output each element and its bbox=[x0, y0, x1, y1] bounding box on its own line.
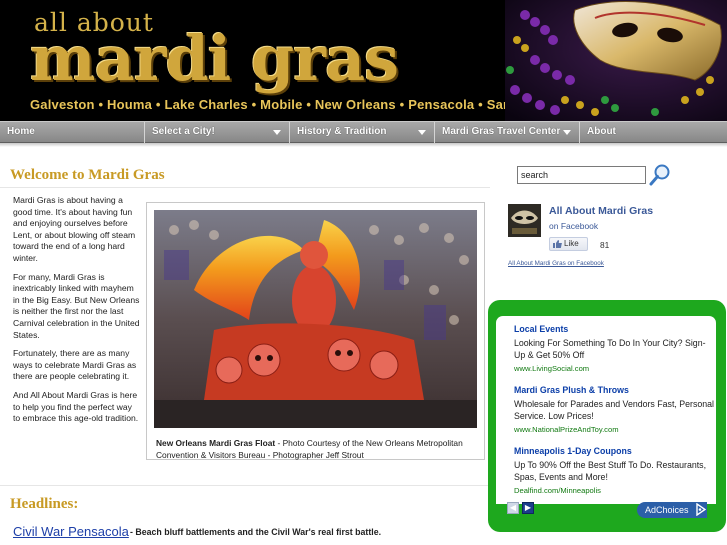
nav-about-label: About bbox=[587, 126, 616, 137]
nav-history-label: History & Tradition bbox=[297, 126, 387, 137]
headline-link[interactable]: Civil War Pensacola bbox=[13, 524, 129, 539]
ad-title[interactable]: Mardi Gras Plush & Throws bbox=[514, 385, 714, 395]
intro-text: Mardi Gras is about having a good time. … bbox=[13, 195, 141, 432]
nav-home-label: Home bbox=[7, 126, 35, 137]
thumbs-up-icon bbox=[553, 240, 562, 248]
facebook-like-button[interactable]: Like bbox=[549, 237, 588, 251]
intro-paragraph: Fortunately, there are as many ways to c… bbox=[13, 348, 137, 382]
ad-url[interactable]: www.LivingSocial.com bbox=[514, 364, 714, 373]
page-title: Welcome to Mardi Gras bbox=[10, 167, 165, 183]
ad-title[interactable]: Minneapolis 1-Day Coupons bbox=[514, 446, 714, 456]
adchoices-icon bbox=[696, 503, 706, 516]
nav-travel-label: Mardi Gras Travel Center bbox=[442, 126, 561, 137]
ad-text: Up To 90% Off the Best Stuff To Do. Rest… bbox=[514, 460, 707, 483]
adchoices-label: AdChoices bbox=[645, 505, 689, 515]
divider bbox=[0, 187, 490, 188]
intro-paragraph: And All About Mardi Gras is here to help… bbox=[13, 389, 139, 424]
chevron-down-icon bbox=[273, 130, 281, 135]
featured-photo-box: New Orleans Mardi Gras Float - Photo Cou… bbox=[146, 202, 485, 460]
site-logo[interactable]: mardi gras bbox=[30, 24, 399, 94]
facebook-like-count: 81 bbox=[600, 240, 610, 250]
ad-next-button[interactable]: ▶ bbox=[522, 502, 534, 514]
main-content: Welcome to Mardi Gras Mardi Gras is abou… bbox=[0, 147, 490, 545]
chevron-right-icon: ▶ bbox=[524, 503, 532, 512]
chevron-down-icon bbox=[563, 130, 571, 135]
nav-select-city-label: Select a City! bbox=[152, 126, 215, 137]
photo-caption: New Orleans Mardi Gras Float - Photo Cou… bbox=[156, 437, 481, 461]
ad-item[interactable]: Local Events Looking For Something To Do… bbox=[514, 324, 714, 373]
header-banner: all about mardi gras Galveston • Houma •… bbox=[0, 0, 727, 121]
intro-paragraph: For many, Mardi Gras is inextricably lin… bbox=[13, 271, 140, 340]
parade-float-photo bbox=[154, 210, 477, 428]
main-nav: Home Select a City! History & Tradition … bbox=[0, 121, 727, 143]
ad-url[interactable]: Dealfind.com/Minneapolis bbox=[514, 486, 714, 495]
facebook-page-avatar[interactable] bbox=[508, 204, 541, 237]
headlines-title: Headlines: bbox=[10, 496, 79, 512]
ad-text: Looking For Something To Do In Your City… bbox=[514, 338, 706, 361]
intro-paragraph: Mardi Gras is about having a good time. … bbox=[13, 195, 136, 263]
ad-item[interactable]: Mardi Gras Plush & Throws Wholesale for … bbox=[514, 385, 714, 434]
facebook-like-label: Like bbox=[564, 239, 579, 248]
ad-text: Wholesale for Parades and Vendors Fast, … bbox=[514, 399, 714, 422]
mardi-gras-mask-image bbox=[505, 0, 727, 121]
facebook-on-facebook-link[interactable]: on Facebook bbox=[549, 221, 598, 231]
nav-history-tradition[interactable]: History & Tradition bbox=[290, 122, 435, 143]
facebook-page-name[interactable]: All About Mardi Gras bbox=[549, 205, 653, 217]
ad-prev-button[interactable]: ◀ bbox=[507, 502, 519, 514]
headline-description: - Beach bluff battlements and the Civil … bbox=[130, 527, 382, 537]
search-icon[interactable] bbox=[648, 163, 672, 187]
chevron-left-icon: ◀ bbox=[509, 503, 517, 512]
nav-home[interactable]: Home bbox=[0, 122, 145, 143]
divider bbox=[0, 485, 490, 486]
search-input[interactable] bbox=[517, 166, 646, 184]
ad-url[interactable]: www.NationalPrizeAndToy.com bbox=[514, 425, 714, 434]
ad-title[interactable]: Local Events bbox=[514, 324, 714, 334]
facebook-page-link[interactable]: All About Mardi Gras on Facebook bbox=[508, 260, 604, 267]
chevron-down-icon bbox=[418, 130, 426, 135]
nav-travel-center[interactable]: Mardi Gras Travel Center bbox=[435, 122, 580, 143]
nav-select-city[interactable]: Select a City! bbox=[145, 122, 290, 143]
ad-item[interactable]: Minneapolis 1-Day Coupons Up To 90% Off … bbox=[514, 446, 714, 495]
nav-about[interactable]: About bbox=[580, 122, 727, 143]
photo-caption-title: New Orleans Mardi Gras Float bbox=[156, 438, 276, 448]
